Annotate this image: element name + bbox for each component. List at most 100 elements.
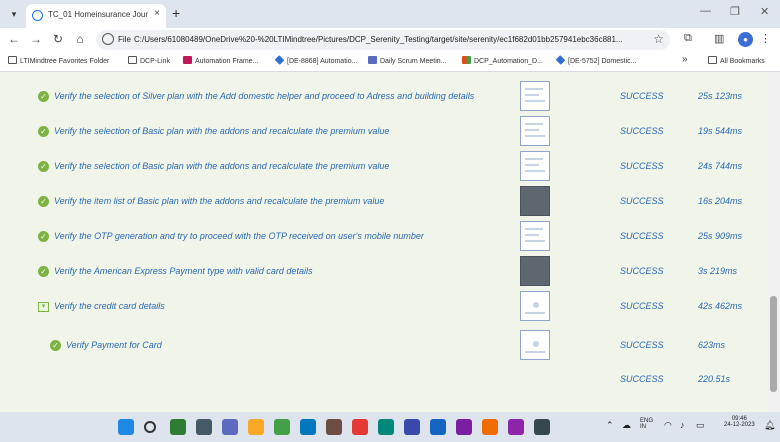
clock[interactable]: 09:46 24-12-2023 xyxy=(724,416,755,428)
home-icon[interactable]: ⌂ xyxy=(72,32,88,46)
mail-icon[interactable] xyxy=(326,419,342,435)
clock-app-icon[interactable] xyxy=(482,419,498,435)
step-status: SUCCESS xyxy=(620,231,664,241)
windows-taskbar: ⌃ ☁ ENG IN ◠ ♪ ▭ 09:46 24-12-2023 🔔︎ xyxy=(0,412,780,442)
tab-search-chevron-icon[interactable]: ▾ xyxy=(6,6,22,22)
teams-icon[interactable] xyxy=(222,419,238,435)
volume-icon[interactable]: ♪ xyxy=(680,420,685,430)
total-status: SUCCESS xyxy=(620,374,664,384)
profile-avatar-icon[interactable]: ● xyxy=(738,32,753,47)
address-bar[interactable]: File C:/Users/61080489/OneDrive%20-%20LT… xyxy=(96,30,670,50)
bookmark-item[interactable]: [DE-8868] Automatio... xyxy=(274,55,357,68)
summary-row: SUCCESS 220.51s xyxy=(0,364,768,399)
test-step-row[interactable]: ✓ Verify the selection of Silver plan wi… xyxy=(0,78,768,113)
success-check-icon: ✓ xyxy=(38,266,49,277)
bookmark-item[interactable]: DCP_Automation_D... xyxy=(462,56,543,68)
browser-toolbar: ← → ↻ ⌂ File C:/Users/61080489/OneDrive%… xyxy=(0,28,780,52)
new-tab-icon[interactable]: + xyxy=(172,5,180,21)
page-info-icon[interactable] xyxy=(102,33,114,45)
screenshot-thumbnail[interactable] xyxy=(520,330,550,360)
test-step-row[interactable]: ▾ Verify the credit card details SUCCESS… xyxy=(0,288,768,323)
bookmark-favicon-icon xyxy=(183,56,192,64)
success-check-icon: ✓ xyxy=(38,126,49,137)
reload-icon[interactable]: ↻ xyxy=(50,32,66,46)
side-panel-icon[interactable]: ▥ xyxy=(714,32,724,45)
browser-menu-icon[interactable]: ⋮ xyxy=(760,32,771,45)
all-bookmarks[interactable]: All Bookmarks xyxy=(708,56,765,68)
tab-close-icon[interactable]: × xyxy=(154,8,160,19)
step-description[interactable]: Verify the OTP generation and try to pro… xyxy=(54,231,424,241)
chrome-icon[interactable] xyxy=(274,419,290,435)
step-status: SUCCESS xyxy=(620,196,664,206)
test-step-row[interactable]: ✓ Verify the item list of Basic plan wit… xyxy=(0,183,768,218)
language-indicator[interactable]: ENG IN xyxy=(640,418,653,430)
back-arrow-icon[interactable]: ← xyxy=(6,32,22,46)
step-description[interactable]: Verify Payment for Card xyxy=(66,340,162,350)
task-view-icon[interactable] xyxy=(196,419,212,435)
screenshot-thumbnail[interactable] xyxy=(520,256,550,286)
maximize-icon[interactable]: ❐ xyxy=(730,5,740,18)
step-status: SUCCESS xyxy=(620,91,664,101)
test-step-row[interactable]: ✓ Verify the American Express Payment ty… xyxy=(0,253,768,288)
bookmark-item[interactable]: LTIMindtree Favorites Folder xyxy=(8,56,109,68)
notification-bell-icon[interactable]: 🔔︎ xyxy=(764,420,775,431)
browser-tab-active[interactable]: TC_01 Homeinsurance Journey × xyxy=(26,4,166,28)
teams-icon[interactable] xyxy=(456,419,472,435)
onenote-icon[interactable] xyxy=(508,419,524,435)
screenshot-thumbnail[interactable] xyxy=(520,81,550,111)
screenshot-thumbnail[interactable] xyxy=(520,116,550,146)
bookmark-item[interactable]: Automation Frame... xyxy=(183,56,258,68)
extensions-icon[interactable]: ⧉ xyxy=(684,32,692,45)
expand-toggle-icon[interactable]: ▾ xyxy=(38,302,49,312)
success-check-icon: ✓ xyxy=(38,196,49,207)
step-description[interactable]: Verify the American Express Payment type… xyxy=(54,266,312,276)
step-status: SUCCESS xyxy=(620,266,664,276)
step-description[interactable]: Verify the credit card details xyxy=(54,301,165,311)
screenshot-thumbnail[interactable] xyxy=(520,151,550,181)
minimize-icon[interactable]: — xyxy=(700,5,711,17)
system-tray-chevron-icon[interactable]: ⌃ xyxy=(606,420,614,431)
screenshot-thumbnail[interactable] xyxy=(520,221,550,251)
bookmark-item[interactable]: Daily Scrum Meetin... xyxy=(368,56,447,68)
word-icon[interactable] xyxy=(430,419,446,435)
widgets-icon[interactable] xyxy=(170,419,186,435)
app-icon[interactable] xyxy=(352,419,368,435)
outlook-icon[interactable] xyxy=(378,419,394,435)
wifi-icon[interactable]: ◠ xyxy=(664,420,672,431)
screenshot-thumbnail[interactable] xyxy=(520,186,550,216)
screenshot-thumbnail[interactable] xyxy=(520,291,550,321)
bookmarks-overflow-icon[interactable]: » xyxy=(682,54,688,66)
bookmark-item[interactable]: DCP-Link xyxy=(128,56,170,68)
window-close-icon[interactable]: ✕ xyxy=(760,5,769,18)
address-url[interactable]: C:/Users/61080489/OneDrive%20-%20LTIMind… xyxy=(134,35,644,44)
folder-icon xyxy=(708,56,717,64)
step-description[interactable]: Verify the selection of Silver plan with… xyxy=(54,91,474,101)
store-icon[interactable] xyxy=(300,419,316,435)
step-description[interactable]: Verify the selection of Basic plan with … xyxy=(54,126,389,136)
step-description[interactable]: Verify the selection of Basic plan with … xyxy=(54,161,389,171)
success-check-icon: ✓ xyxy=(50,340,61,351)
test-report-steps: ✓ Verify the selection of Silver plan wi… xyxy=(0,72,768,412)
step-duration: 25s 123ms xyxy=(698,91,743,101)
test-step-row[interactable]: ✓ Verify the OTP generation and try to p… xyxy=(0,218,768,253)
windows-start-icon[interactable] xyxy=(118,419,134,435)
search-icon[interactable] xyxy=(144,421,156,433)
battery-icon[interactable]: ▭ xyxy=(696,420,705,431)
security-icon[interactable] xyxy=(404,419,420,435)
total-duration: 220.51s xyxy=(698,374,731,384)
test-step-row[interactable]: ✓ Verify the selection of Basic plan wit… xyxy=(0,113,768,148)
folder-icon xyxy=(8,56,17,64)
bookmark-star-icon[interactable]: ☆ xyxy=(653,32,664,46)
scrollbar-thumb[interactable] xyxy=(770,296,777,392)
test-step-row[interactable]: ✓ Verify the selection of Basic plan wit… xyxy=(0,148,768,183)
test-substep-row[interactable]: ✓ Verify Payment for Card SUCCESS 623ms xyxy=(0,327,768,362)
success-check-icon: ✓ xyxy=(38,231,49,242)
success-check-icon: ✓ xyxy=(38,91,49,102)
step-description[interactable]: Verify the item list of Basic plan with … xyxy=(54,196,384,206)
step-duration: 42s 462ms xyxy=(698,301,743,311)
forward-arrow-icon[interactable]: → xyxy=(28,32,44,46)
file-explorer-icon[interactable] xyxy=(248,419,264,435)
bookmark-item[interactable]: [DE-5752] Domestic... xyxy=(555,55,636,68)
network-icon[interactable]: ☁ xyxy=(622,420,631,431)
app-icon[interactable] xyxy=(534,419,550,435)
